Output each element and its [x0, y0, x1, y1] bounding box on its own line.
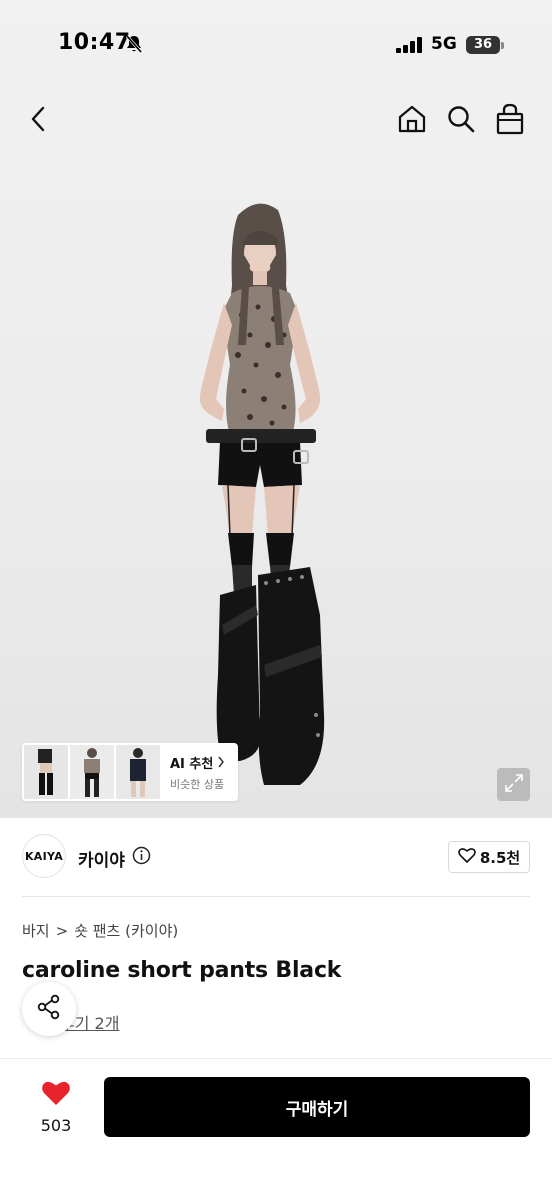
breadcrumb: 바지 > 숏 팬츠 (카이야)	[22, 920, 178, 941]
heart-filled-icon	[41, 1079, 71, 1110]
heart-outline-icon	[458, 847, 476, 867]
brand-logo-text: KAIYA	[24, 849, 64, 863]
ai-recommend-card[interactable]: AI 추천 비슷한 상품	[22, 743, 238, 801]
wishlist-button[interactable]: 503	[30, 1079, 82, 1135]
breadcrumb-subcategory[interactable]: 숏 팬츠 (카이야)	[74, 920, 178, 941]
status-bar: 10:47 5G 36	[0, 0, 552, 90]
brand-logo[interactable]: KAIYA	[22, 834, 66, 878]
back-icon	[28, 105, 48, 137]
brand-row: KAIYA 카이야 8.5천	[22, 834, 530, 880]
search-icon	[446, 104, 476, 138]
brand-name[interactable]: 카이야	[78, 846, 125, 871]
bell-slash-icon	[124, 34, 144, 58]
brand-like-button[interactable]: 8.5천	[448, 841, 530, 873]
brand-like-count: 8.5천	[479, 848, 521, 867]
buy-button-label: 구매하기	[285, 1099, 349, 1120]
breadcrumb-category[interactable]: 바지	[22, 920, 50, 941]
expand-image-button[interactable]	[497, 768, 530, 801]
battery-level: 36	[466, 36, 500, 54]
home-icon	[396, 103, 428, 139]
share-button[interactable]	[22, 982, 76, 1036]
cart-button[interactable]	[492, 103, 528, 139]
back-button[interactable]	[20, 103, 56, 139]
product-page: 10:47 5G 36 AI 추천 비슷한 상품 KAIYA 카이야 8.5천 …	[0, 0, 552, 1200]
home-button[interactable]	[394, 103, 430, 139]
recommend-thumbnail[interactable]	[24, 745, 68, 799]
recommend-thumbnail[interactable]	[116, 745, 160, 799]
ai-recommend-title: AI 추천	[170, 756, 214, 772]
search-button[interactable]	[443, 103, 479, 139]
share-icon	[36, 994, 62, 1024]
network-type: 5G	[431, 34, 457, 54]
divider	[22, 896, 530, 897]
expand-icon	[504, 773, 524, 797]
status-time: 10:47	[58, 30, 131, 55]
model-photo	[199, 203, 325, 785]
ai-recommend-text: AI 추천 비슷한 상품	[170, 753, 225, 792]
buy-button[interactable]: 구매하기	[104, 1077, 530, 1137]
info-icon[interactable]	[132, 846, 151, 869]
bottom-action-bar: 503 구매하기	[0, 1058, 552, 1200]
signal-icon	[396, 37, 424, 57]
product-hero-image[interactable]: 10:47 5G 36 AI 추천 비슷한 상품	[0, 0, 552, 818]
recommend-thumbnail[interactable]	[70, 745, 114, 799]
battery-nub	[501, 42, 504, 49]
ai-recommend-subtitle: 비슷한 상품	[170, 777, 225, 791]
bag-icon	[495, 103, 525, 139]
chevron-right-icon	[217, 753, 225, 772]
breadcrumb-separator: >	[55, 921, 69, 940]
product-title: caroline short pants Black	[22, 958, 342, 983]
wishlist-count: 503	[40, 1116, 72, 1135]
